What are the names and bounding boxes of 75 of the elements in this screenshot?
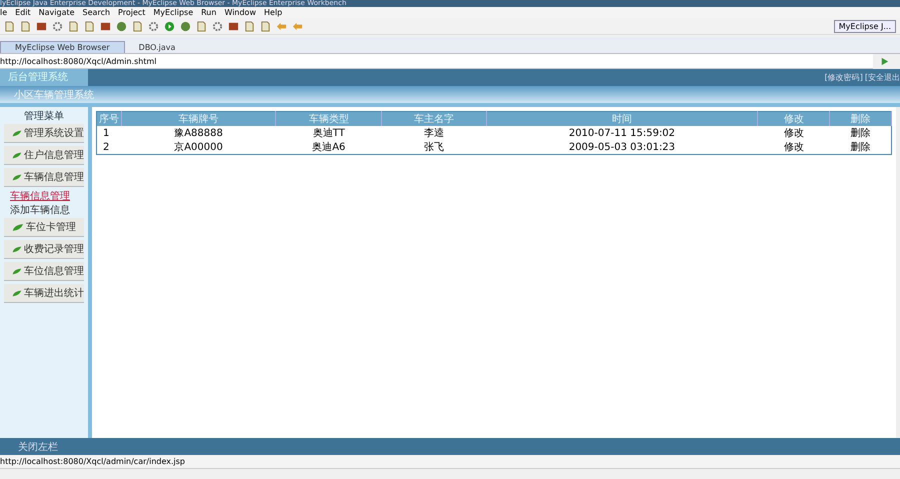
gear-icon[interactable] bbox=[148, 20, 159, 32]
submenu-link[interactable]: 车辆信息管理 bbox=[0, 189, 88, 203]
menu-item[interactable]: Search bbox=[82, 8, 110, 17]
header-link[interactable]: [安全退出 bbox=[864, 72, 900, 83]
menu-item[interactable]: Run bbox=[201, 8, 216, 17]
go-icon[interactable] bbox=[879, 56, 890, 67]
table-link[interactable]: 删除 bbox=[830, 140, 892, 154]
arrow-icon[interactable] bbox=[292, 20, 303, 32]
table-cell: 奥迪A6 bbox=[276, 140, 382, 154]
sidebar-title: 管理菜单 bbox=[23, 110, 65, 123]
site-logo: 后台管理系统 bbox=[0, 69, 88, 86]
leaf-icon bbox=[12, 288, 22, 298]
column-header: 时间 bbox=[486, 112, 758, 126]
table-link[interactable]: 删除 bbox=[830, 126, 892, 140]
column-header: 车主名字 bbox=[382, 112, 486, 126]
status-url: http://localhost:8080/Xqcl/admin/car/index.jsp bbox=[0, 455, 900, 469]
menu-item[interactable]: MyEclipse bbox=[153, 8, 194, 17]
table-cell: 李逵 bbox=[382, 126, 486, 140]
menu-section[interactable]: 管理系统设置 bbox=[4, 124, 84, 143]
table-cell: 2 bbox=[96, 140, 122, 154]
table-link[interactable]: 修改 bbox=[758, 140, 830, 154]
column-header: 修改 bbox=[758, 112, 830, 126]
menu-item[interactable]: Navigate bbox=[38, 8, 75, 17]
column-header: 车辆类型 bbox=[276, 112, 382, 126]
menu-item[interactable]: Project bbox=[118, 8, 146, 17]
column-header: 序号 bbox=[96, 112, 122, 126]
menu-item[interactable]: Window bbox=[224, 8, 256, 17]
play-icon[interactable] bbox=[164, 20, 175, 32]
box-icon[interactable] bbox=[100, 20, 111, 32]
menu-item[interactable]: le bbox=[0, 8, 8, 17]
table-cell: 奥迪TT bbox=[276, 126, 382, 140]
column-header: 车辆牌号 bbox=[121, 112, 276, 126]
menu-section[interactable]: 车位信息管理 bbox=[4, 262, 84, 281]
editor-tab[interactable]: MyEclipse Web Browser bbox=[0, 41, 125, 53]
page-icon[interactable] bbox=[68, 20, 79, 32]
submenu-link[interactable]: 添加车辆信息 bbox=[0, 203, 88, 217]
page-icon[interactable] bbox=[84, 20, 95, 32]
leaf-icon bbox=[12, 222, 24, 232]
close-sidebar-link[interactable]: 关闭左栏 bbox=[18, 440, 58, 454]
menu-item[interactable]: Edit bbox=[15, 8, 31, 17]
gear-icon[interactable] bbox=[52, 20, 63, 32]
page-icon[interactable] bbox=[20, 20, 31, 32]
gear-icon[interactable] bbox=[212, 20, 223, 32]
editor-tab[interactable]: DBO.java bbox=[124, 42, 190, 53]
header-link[interactable]: [修改密码] bbox=[824, 72, 863, 83]
page-icon[interactable] bbox=[196, 20, 207, 32]
page-icon[interactable] bbox=[4, 20, 15, 32]
menu-section[interactable]: 车辆信息管理 bbox=[4, 168, 84, 187]
perspective-button[interactable]: MyEclipse J... bbox=[834, 20, 896, 32]
leaf-icon bbox=[12, 128, 22, 138]
page-icon[interactable] bbox=[132, 20, 143, 32]
arrow-icon[interactable] bbox=[276, 20, 287, 32]
menu-item[interactable]: Help bbox=[264, 8, 282, 17]
table-link[interactable]: 修改 bbox=[758, 126, 830, 140]
table-cell: 张飞 bbox=[382, 140, 486, 154]
menu-section[interactable]: 收费记录管理 bbox=[4, 240, 84, 259]
table-cell: 1 bbox=[96, 126, 122, 140]
system-subtitle: 小区车辆管理系统 bbox=[14, 88, 94, 102]
table-cell: 2009-05-03 03:01:23 bbox=[486, 140, 758, 154]
table-cell: 京A00000 bbox=[121, 140, 276, 154]
table-cell: 豫A88888 bbox=[121, 126, 276, 140]
leaf-icon bbox=[12, 244, 22, 254]
box-icon[interactable] bbox=[228, 20, 239, 32]
address-field[interactable]: http://localhost:8080/Xqcl/Admin.shtml bbox=[0, 54, 873, 69]
leaf-icon bbox=[12, 266, 22, 276]
page-icon[interactable] bbox=[244, 20, 255, 32]
page-icon[interactable] bbox=[260, 20, 271, 32]
leaf-icon bbox=[12, 172, 22, 182]
leaf-icon bbox=[12, 150, 22, 160]
table-cell: 2010-07-11 15:59:02 bbox=[486, 126, 758, 140]
menu-section[interactable]: 车辆进出统计 bbox=[4, 284, 84, 303]
column-header: 删除 bbox=[830, 112, 892, 126]
menu-section[interactable]: 车位卡管理 bbox=[4, 218, 84, 237]
menu-section[interactable]: 住户信息管理 bbox=[4, 146, 84, 165]
box-icon[interactable] bbox=[36, 20, 47, 32]
